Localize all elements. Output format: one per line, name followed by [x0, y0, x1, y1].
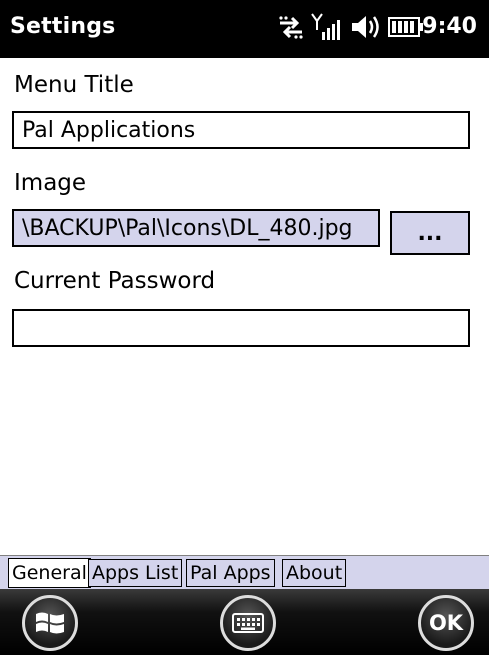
- tab-apps-list[interactable]: Apps List: [88, 559, 183, 587]
- tab-general[interactable]: General: [8, 558, 91, 588]
- image-path-field[interactable]: \BACKUP\Pal\Icons\DL_480.jpg: [12, 209, 380, 247]
- tab-about[interactable]: About: [282, 559, 347, 587]
- signal-strength-icon: [310, 12, 346, 42]
- tab-strip: General Apps List Pal Apps About: [0, 555, 489, 589]
- battery-icon: [388, 12, 424, 42]
- menu-title-label: Menu Title: [14, 72, 134, 98]
- app-title: Settings: [10, 14, 116, 39]
- data-transfer-icon: [276, 12, 306, 42]
- windows-start-icon[interactable]: [22, 595, 78, 651]
- speaker-icon: [350, 12, 382, 42]
- tab-pal-apps[interactable]: Pal Apps: [186, 559, 275, 587]
- ok-button[interactable]: OK: [418, 595, 474, 651]
- clock: 9:40: [422, 14, 477, 39]
- title-bar: Settings 9:40: [0, 0, 489, 58]
- ok-label: OK: [428, 611, 464, 635]
- menu-title-field[interactable]: Pal Applications: [12, 111, 470, 149]
- keyboard-icon[interactable]: [220, 595, 276, 651]
- current-password-label: Current Password: [14, 268, 216, 294]
- current-password-field[interactable]: [12, 309, 470, 347]
- browse-button[interactable]: ...: [390, 211, 470, 255]
- app-bar: OK: [0, 589, 489, 655]
- image-label: Image: [14, 170, 87, 196]
